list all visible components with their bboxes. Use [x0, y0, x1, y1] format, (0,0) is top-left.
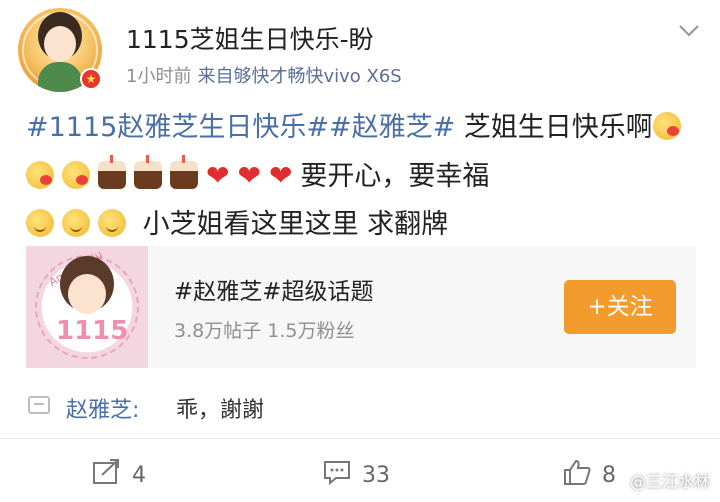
post-time: 1小时前 — [126, 66, 192, 87]
post-meta: 1小时前 来自够快才畅快vivo X6S — [126, 62, 402, 88]
kiss-emoji-icon — [62, 161, 90, 189]
topic-card-image: Angie Chiu 1115 — [26, 246, 148, 368]
divider — [0, 438, 720, 439]
card-image-portrait — [68, 274, 106, 314]
avatar-body — [38, 62, 82, 92]
post-text: #1115赵雅芝生日快乐##赵雅芝# 芝姐生日快乐啊❤ ❤ ❤ 要开心，要幸福 小芝姐… — [26, 104, 696, 249]
post-text-part2: 要开心，要幸福 — [300, 161, 490, 192]
action-bar: 4 33 8 — [0, 446, 720, 496]
vip-badge-icon: ★ — [80, 68, 102, 90]
follow-button[interactable]: +关注 — [564, 280, 676, 334]
like-button[interactable]: 8 — [562, 458, 616, 488]
comment-count: 33 — [362, 463, 390, 488]
like-count: 8 — [602, 463, 616, 488]
post-text-part3: 小芝姐看这里这里 求翻牌 — [142, 209, 449, 240]
comment-preview[interactable]: 赵雅芝: 乖，謝謝 — [26, 384, 696, 430]
cake-emoji-icon — [170, 155, 198, 189]
heart-emoji-icon: ❤ — [206, 159, 230, 192]
topic-link-angie[interactable]: #赵雅芝# — [329, 112, 455, 143]
comment-button[interactable]: 33 — [322, 458, 390, 488]
heart-emoji-icon: ❤ — [268, 159, 293, 192]
topic-card-stats: 3.8万帖子 1.5万粉丝 — [174, 320, 355, 342]
kiss-emoji-icon — [652, 112, 681, 140]
watermark: @三江水林 — [629, 472, 710, 491]
smile-emoji-icon — [26, 209, 54, 237]
cake-emoji-icon — [98, 155, 126, 189]
avatar-face — [44, 26, 76, 62]
comment-text: 乖，謝謝 — [176, 398, 265, 423]
thumbs-up-icon — [564, 459, 591, 485]
heart-emoji-icon: ❤ — [237, 159, 261, 192]
chevron-down-icon[interactable] — [674, 16, 704, 46]
comment-icon — [324, 461, 350, 486]
post-source[interactable]: 来自够快才畅快vivo X6S — [197, 66, 401, 87]
topic-link-birthday[interactable]: #1115赵雅芝生日快乐# — [26, 112, 329, 143]
post-text-part1: 芝姐生日快乐啊 — [455, 112, 653, 143]
repost-button[interactable]: 4 — [92, 458, 146, 488]
smile-emoji-icon — [62, 209, 90, 237]
post-header: ★ 1115芝姐生日快乐-盼 1小时前 来自够快才畅快vivo X6S — [18, 8, 708, 92]
repost-count: 4 — [132, 463, 146, 488]
cake-emoji-icon — [134, 155, 162, 189]
kiss-emoji-icon — [26, 161, 54, 189]
repost-icon — [93, 459, 119, 484]
username[interactable]: 1115芝姐生日快乐-盼 — [126, 20, 374, 56]
card-image-number: 1115 — [56, 316, 129, 346]
smile-emoji-icon — [98, 209, 126, 237]
comment-author[interactable]: 赵雅芝: — [66, 392, 139, 424]
topic-card[interactable]: Angie Chiu 1115 #赵雅芝#超级话题 3.8万帖子 1.5万粉丝 … — [26, 246, 696, 368]
topic-card-title: #赵雅芝#超级话题 — [174, 279, 374, 305]
comment-bubble-icon — [28, 396, 50, 414]
